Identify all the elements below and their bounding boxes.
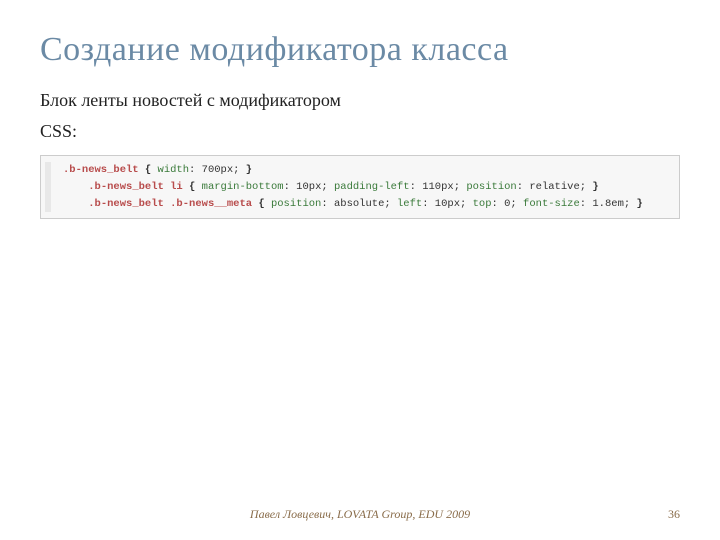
brace: {: [139, 164, 158, 176]
value: : 110px;: [410, 181, 460, 193]
selector: .b-news_belt li: [88, 181, 183, 193]
value: : 1.8em;: [580, 198, 630, 210]
brace: }: [239, 164, 252, 176]
selector: .b-news_belt: [63, 164, 139, 176]
property: position: [271, 198, 321, 210]
slide: Создание модификатора класса Блок ленты …: [0, 0, 720, 540]
brace: {: [252, 198, 271, 210]
property: padding-left: [328, 181, 410, 193]
code-line-1: .b-news_belt { width: 700px; }: [49, 162, 671, 179]
property: font-size: [517, 198, 580, 210]
brace: {: [183, 181, 202, 193]
body-line-1: Блок ленты новостей с модификатором: [40, 87, 680, 114]
footer-text: Павел Ловцевич, LOVATA Group, EDU 2009: [0, 507, 720, 522]
indent: [63, 198, 88, 210]
code-block: .b-news_belt { width: 700px; } .b-news_b…: [40, 155, 680, 219]
selector: .b-news_belt .b-news__meta: [88, 198, 252, 210]
property: position: [460, 181, 517, 193]
indent: [63, 181, 88, 193]
value: : absolute;: [321, 198, 390, 210]
slide-title: Создание модификатора класса: [40, 30, 680, 69]
property: top: [466, 198, 491, 210]
property: margin-bottom: [202, 181, 284, 193]
value: : 0;: [492, 198, 517, 210]
value: : 10px;: [422, 198, 466, 210]
code-gutter: [45, 162, 51, 212]
value: : 700px;: [189, 164, 239, 176]
value: : 10px;: [284, 181, 328, 193]
body-line-2: CSS:: [40, 118, 680, 145]
property: width: [158, 164, 190, 176]
page-number: 36: [668, 507, 680, 522]
code-line-2: .b-news_belt li { margin-bottom: 10px; p…: [49, 179, 671, 196]
brace: }: [630, 198, 643, 210]
property: left: [391, 198, 423, 210]
code-line-3: .b-news_belt .b-news__meta { position: a…: [49, 196, 671, 213]
brace: }: [586, 181, 599, 193]
value: : relative;: [517, 181, 586, 193]
